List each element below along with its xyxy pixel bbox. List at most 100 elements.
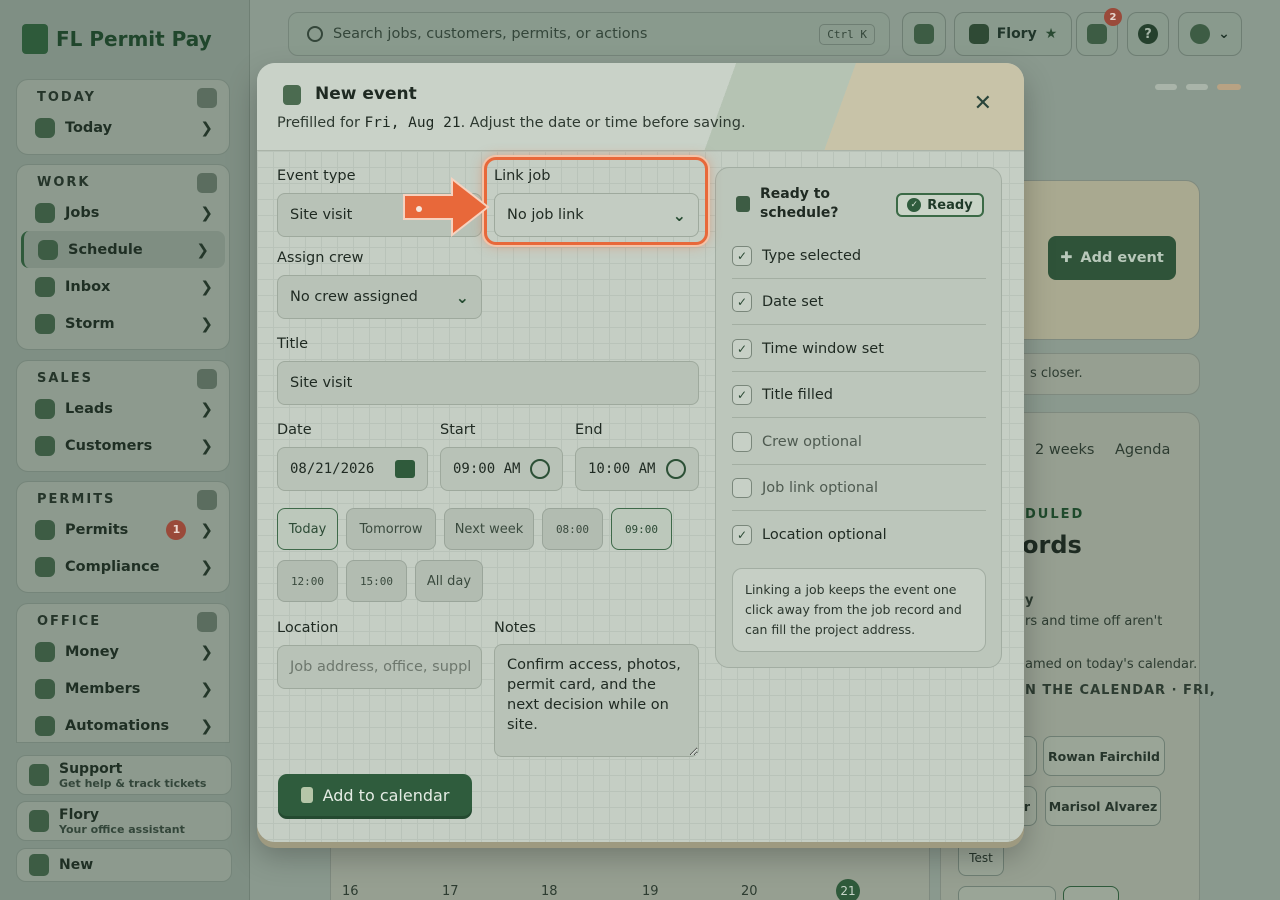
chevron-down-icon: ⌄: [455, 287, 469, 307]
clock-icon[interactable]: [530, 459, 550, 479]
office-icon: [197, 612, 217, 632]
chevron-right-icon: ❯: [200, 679, 213, 698]
quick-today-button[interactable]: Today: [277, 508, 338, 550]
person-chip-partial[interactable]: [1063, 886, 1119, 900]
sidebar-item-permits[interactable]: Permits 1 ❯: [17, 511, 229, 548]
check-date-set: ✓ Date set: [732, 279, 986, 325]
flory-assistant-button[interactable]: Flory Your office assistant: [16, 801, 232, 841]
sidebar-item-label: Compliance: [65, 558, 160, 575]
sidebar-item-leads[interactable]: Leads ❯: [17, 390, 229, 427]
clock-icon[interactable]: [666, 459, 686, 479]
members-icon: [35, 678, 55, 699]
checkbox-checked-icon: ✓: [732, 525, 752, 545]
calendar-day[interactable]: 19: [642, 884, 659, 899]
help-button[interactable]: ?: [1127, 12, 1169, 56]
quick-tomorrow-button[interactable]: Tomorrow: [346, 508, 436, 550]
calendar-day[interactable]: 18: [541, 884, 558, 899]
view-tab-2weeks[interactable]: 2 weeks: [1035, 442, 1095, 458]
sidebar-item-automations[interactable]: Automations ❯: [17, 707, 229, 744]
sidebar-item-schedule[interactable]: Schedule ❯: [21, 231, 225, 268]
title-input[interactable]: Site visit: [277, 361, 699, 405]
date-value: 08/21/2026: [290, 461, 375, 477]
sidebar-item-jobs[interactable]: Jobs ❯: [17, 194, 229, 231]
sidebar-item-compliance[interactable]: Compliance ❯: [17, 548, 229, 585]
person-chip[interactable]: Rowan Fairchild: [1043, 736, 1165, 776]
flory-avatar-icon: [968, 24, 989, 44]
subtitle-prefix: Prefilled for: [277, 115, 365, 131]
person-chip[interactable]: Test: [958, 840, 1004, 876]
calendar-icon[interactable]: [395, 460, 415, 478]
support-button[interactable]: Support Get help & track tickets: [16, 755, 232, 795]
sidebar-item-today[interactable]: Today ❯: [17, 109, 229, 146]
checkbox-checked-icon: ✓: [732, 291, 752, 312]
shield-icon: [35, 556, 55, 577]
quick-time-0800-button[interactable]: 08:00: [542, 508, 603, 550]
support-title: Support: [59, 760, 123, 777]
new-label: New: [59, 857, 94, 873]
support-icon: [29, 764, 49, 786]
start-time-input[interactable]: 09:00 AM: [440, 447, 563, 491]
sidebar: FL Permit Pay TODAY Today ❯ WORK Jobs ❯ …: [0, 0, 250, 900]
person-chip-partial[interactable]: [958, 886, 1056, 900]
chevron-right-icon: ❯: [200, 716, 213, 735]
sidebar-item-inbox[interactable]: Inbox ❯: [17, 268, 229, 305]
sidebar-item-money[interactable]: Money ❯: [17, 633, 229, 670]
add-to-calendar-label: Add to calendar: [322, 785, 450, 805]
chevron-right-icon: ❯: [200, 642, 213, 661]
check-label: Time window set: [762, 340, 884, 357]
sidebar-item-members[interactable]: Members ❯: [17, 670, 229, 707]
sidebar-item-label: Leads: [65, 400, 113, 417]
notes-textarea[interactable]: Confirm access, photos, permit card, and…: [494, 644, 699, 757]
status-text: Ready: [927, 197, 973, 213]
calendar-day[interactable]: 16: [342, 884, 359, 899]
quick-time-0900-button[interactable]: 09:00: [611, 508, 672, 550]
add-to-calendar-button[interactable]: Add to calendar: [278, 774, 472, 816]
money-icon: [35, 641, 55, 662]
sidebar-item-customers[interactable]: Customers ❯: [17, 427, 229, 464]
date-input[interactable]: 08/21/2026: [277, 447, 428, 491]
location-placeholder: Job address, office, suppl: [290, 659, 472, 675]
plus-icon: [29, 854, 49, 876]
notifications-button[interactable]: 2: [1076, 8, 1122, 56]
side-text-3: amed on today's calendar.: [1025, 657, 1198, 672]
start-label: Start: [440, 422, 476, 438]
help-icon: ?: [1138, 24, 1158, 44]
assign-crew-select[interactable]: No crew assigned ⌄: [277, 275, 482, 319]
search-input[interactable]: Search jobs, customers, permits, or acti…: [288, 12, 890, 56]
sidebar-item-storm[interactable]: Storm ❯: [17, 305, 229, 342]
all-day-button[interactable]: All day: [415, 560, 483, 602]
dialog-body: Event type Site visit Link job No job li…: [257, 151, 1024, 842]
chevron-down-icon: ⌄: [1218, 26, 1230, 42]
assistant-button[interactable]: Flory ★: [954, 12, 1072, 56]
person-chip[interactable]: Marisol Alvarez: [1045, 786, 1161, 826]
nav-group-today: TODAY Today ❯: [16, 79, 230, 155]
quick-time-1500-button[interactable]: 15:00: [346, 560, 407, 602]
page-indicator: [1186, 84, 1208, 90]
nav-group-sales: SALES Leads ❯ Customers ❯: [16, 360, 230, 472]
clover-button[interactable]: [902, 12, 946, 56]
sidebar-item-label: Members: [65, 680, 141, 697]
readiness-tip: Linking a job keeps the event one click …: [732, 568, 986, 652]
tools-icon: [197, 173, 217, 193]
quick-time-1200-button[interactable]: 12:00: [277, 560, 338, 602]
profile-menu[interactable]: ⌄: [1178, 12, 1242, 56]
search-icon: [307, 26, 323, 42]
new-button[interactable]: New: [16, 848, 232, 882]
sidebar-item-label: Customers: [65, 437, 153, 454]
add-event-button[interactable]: ✚ Add event: [1048, 236, 1176, 280]
calendar-day-today[interactable]: 21: [836, 879, 860, 900]
schedule-icon: [38, 239, 58, 260]
add-event-label: Add event: [1080, 250, 1164, 266]
calendar-day[interactable]: 20: [741, 884, 758, 899]
date-label: Date: [277, 422, 312, 438]
end-time-input[interactable]: 10:00 AM: [575, 447, 699, 491]
view-tab-agenda[interactable]: Agenda: [1115, 442, 1170, 458]
app-background: FL Permit Pay TODAY Today ❯ WORK Jobs ❯ …: [0, 0, 1280, 900]
calendar-caption: N THE CALENDAR · FRI,: [1025, 683, 1216, 698]
sidebar-item-label: Storm: [65, 315, 115, 332]
location-input[interactable]: Job address, office, suppl: [277, 645, 482, 689]
logo[interactable]: FL Permit Pay: [22, 24, 212, 54]
close-icon[interactable]: ✕: [974, 91, 992, 116]
calendar-day[interactable]: 17: [442, 884, 459, 899]
quick-next-week-button[interactable]: Next week: [444, 508, 534, 550]
